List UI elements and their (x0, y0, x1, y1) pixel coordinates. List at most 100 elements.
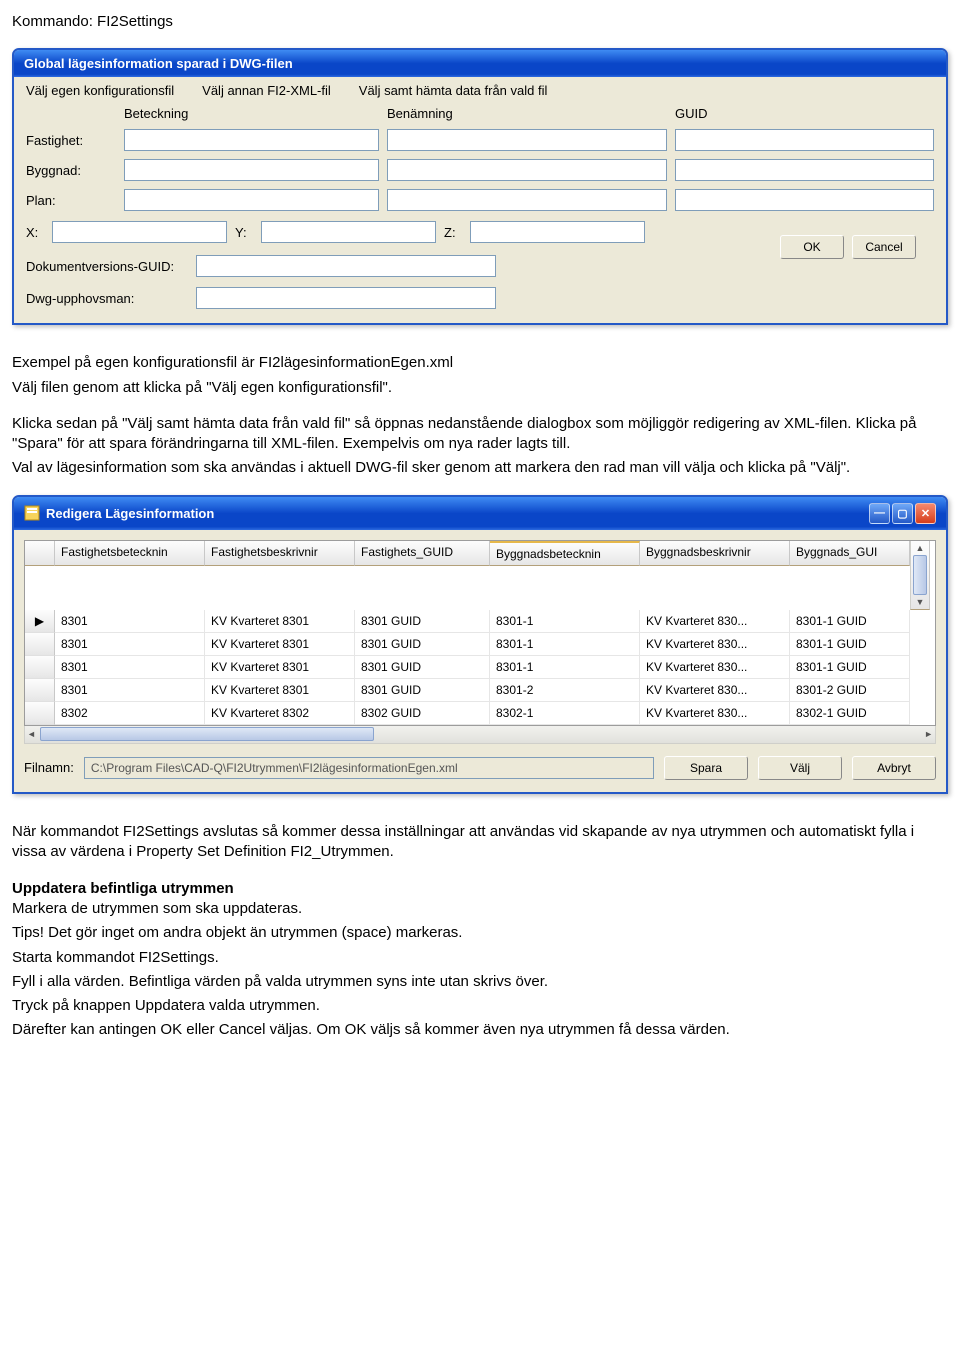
doc-par-example2: Välj filen genom att klicka på "Välj ege… (12, 378, 948, 398)
byggnad-benamning-input[interactable] (387, 159, 667, 181)
z-input[interactable] (470, 221, 645, 243)
doc-u2: Tips! Det gör inget om andra objekt än u… (12, 923, 948, 943)
hscroll-thumb[interactable] (40, 727, 374, 741)
label-fastighet: Fastighet: (26, 133, 116, 148)
avbryt-button[interactable]: Avbryt (852, 756, 936, 780)
cell[interactable]: KV Kvarteret 8301 (205, 610, 355, 633)
scroll-thumb[interactable] (913, 555, 927, 595)
menu-valj-hamta[interactable]: Välj samt hämta data från vald fil (359, 83, 548, 98)
col-fastighets-guid[interactable]: Fastighets_GUID (355, 541, 490, 566)
header-guid: GUID (675, 106, 934, 121)
horizontal-scrollbar[interactable]: ◄ ► (24, 726, 936, 744)
cell[interactable]: 8302-1 (490, 702, 640, 725)
cell[interactable]: KV Kvarteret 830... (640, 679, 790, 702)
cell[interactable]: KV Kvarteret 8301 (205, 633, 355, 656)
table-row[interactable]: 8302KV Kvarteret 83028302 GUID8302-1KV K… (25, 702, 935, 725)
table-row[interactable]: 8301KV Kvarteret 83018301 GUID8301-1KV K… (25, 633, 935, 656)
cell[interactable]: 8301 (55, 656, 205, 679)
label-docguid: Dokumentversions-GUID: (26, 259, 196, 274)
cell[interactable]: KV Kvarteret 8302 (205, 702, 355, 725)
doc-u4: Fyll i alla värden. Befintliga värden på… (12, 972, 948, 992)
cancel-button[interactable]: Cancel (852, 235, 916, 259)
plan-beteckning-input[interactable] (124, 189, 379, 211)
scroll-up-icon[interactable]: ▲ (916, 541, 925, 555)
cell[interactable]: 8301 GUID (355, 633, 490, 656)
menubar: Välj egen konfigurationsfil Välj annan F… (14, 77, 946, 104)
label-y: Y: (235, 225, 253, 240)
doc-par-example1: Exempel på egen konfigurationsfil är FI2… (12, 353, 948, 373)
cell[interactable]: 8301 (55, 610, 205, 633)
scroll-left-icon[interactable]: ◄ (27, 729, 36, 739)
cell[interactable]: KV Kvarteret 830... (640, 656, 790, 679)
cell[interactable]: 8301 (55, 633, 205, 656)
maximize-button[interactable]: ▢ (892, 503, 913, 524)
scroll-down-icon[interactable]: ▼ (916, 595, 925, 609)
cell[interactable]: KV Kvarteret 830... (640, 633, 790, 656)
cell[interactable]: 8301-1 GUID (790, 633, 910, 656)
plan-benamning-input[interactable] (387, 189, 667, 211)
col-byggnadsbeteckning[interactable]: Byggnadsbetecknin (490, 541, 640, 566)
row-header (25, 656, 55, 679)
table-row[interactable]: 8301KV Kvarteret 83018301 GUID8301-1KV K… (25, 656, 935, 679)
titlebar: Global lägesinformation sparad i DWG-fil… (14, 50, 946, 77)
cell[interactable]: KV Kvarteret 830... (640, 702, 790, 725)
menu-valj-egen[interactable]: Välj egen konfigurationsfil (26, 83, 174, 98)
cell[interactable]: 8301 GUID (355, 610, 490, 633)
label-z: Z: (444, 225, 462, 240)
cell[interactable]: 8301-1 (490, 633, 640, 656)
menu-valj-annan[interactable]: Välj annan FI2-XML-fil (202, 83, 331, 98)
cell[interactable]: 8301 GUID (355, 679, 490, 702)
table-row[interactable]: 8301KV Kvarteret 83018301 GUID8301-2KV K… (25, 679, 935, 702)
cell[interactable]: 8302 GUID (355, 702, 490, 725)
col-byggnadsbeskrivning[interactable]: Byggnadsbeskrivnir (640, 541, 790, 566)
command-text: Kommando: FI2Settings (12, 12, 948, 32)
cell[interactable]: 8301-2 GUID (790, 679, 910, 702)
col-fastighetsbeteckning[interactable]: Fastighetsbetecknin (55, 541, 205, 566)
doc-u1: Markera de utrymmen som ska uppdateras. (12, 899, 948, 919)
titlebar-2: Redigera Lägesinformation — ▢ ✕ (14, 497, 946, 530)
col-fastighetsbeskrivning[interactable]: Fastighetsbeskrivnir (205, 541, 355, 566)
spara-button[interactable]: Spara (664, 756, 748, 780)
cell[interactable]: 8301 (55, 679, 205, 702)
cell[interactable]: 8301-1 (490, 610, 640, 633)
table-row[interactable]: ▶8301KV Kvarteret 83018301 GUID8301-1KV … (25, 610, 935, 633)
docguid-input[interactable] (196, 255, 496, 277)
window-controls: — ▢ ✕ (869, 503, 936, 524)
x-input[interactable] (52, 221, 227, 243)
col-byggnads-guid[interactable]: Byggnads_GUI (790, 541, 910, 566)
plan-guid-input[interactable] (675, 189, 934, 211)
doc-u5: Tryck på knappen Uppdatera valda utrymme… (12, 996, 948, 1016)
cell[interactable]: 8301 GUID (355, 656, 490, 679)
vertical-scrollbar[interactable]: ▲ ▼ (910, 541, 930, 610)
cell[interactable]: KV Kvarteret 8301 (205, 656, 355, 679)
ok-button[interactable]: OK (780, 235, 844, 259)
cell[interactable]: 8302-1 GUID (790, 702, 910, 725)
cell[interactable]: 8301-1 GUID (790, 610, 910, 633)
y-input[interactable] (261, 221, 436, 243)
valj-button[interactable]: Välj (758, 756, 842, 780)
close-button[interactable]: ✕ (915, 503, 936, 524)
byggnad-guid-input[interactable] (675, 159, 934, 181)
filnamn-field[interactable] (84, 757, 654, 779)
author-input[interactable] (196, 287, 496, 309)
label-byggnad: Byggnad: (26, 163, 116, 178)
doc-u6: Därefter kan antingen OK eller Cancel vä… (12, 1020, 948, 1040)
cell[interactable]: 8301-1 (490, 656, 640, 679)
cell[interactable]: KV Kvarteret 830... (640, 610, 790, 633)
cell[interactable]: 8301-1 GUID (790, 656, 910, 679)
cell[interactable]: 8301-2 (490, 679, 640, 702)
row-header (25, 633, 55, 656)
fastighet-guid-input[interactable] (675, 129, 934, 151)
data-grid[interactable]: Fastighetsbetecknin Fastighetsbeskrivnir… (24, 540, 936, 726)
cell[interactable]: KV Kvarteret 8301 (205, 679, 355, 702)
scroll-right-icon[interactable]: ► (924, 729, 933, 739)
byggnad-beteckning-input[interactable] (124, 159, 379, 181)
minimize-button[interactable]: — (869, 503, 890, 524)
fastighet-benamning-input[interactable] (387, 129, 667, 151)
fastighet-beteckning-input[interactable] (124, 129, 379, 151)
cell[interactable]: 8302 (55, 702, 205, 725)
label-filnamn: Filnamn: (24, 760, 74, 775)
header-benamning: Benämning (387, 106, 667, 121)
doc-par-example3: Klicka sedan på "Välj samt hämta data fr… (12, 414, 948, 455)
label-author: Dwg-upphovsman: (26, 291, 196, 306)
